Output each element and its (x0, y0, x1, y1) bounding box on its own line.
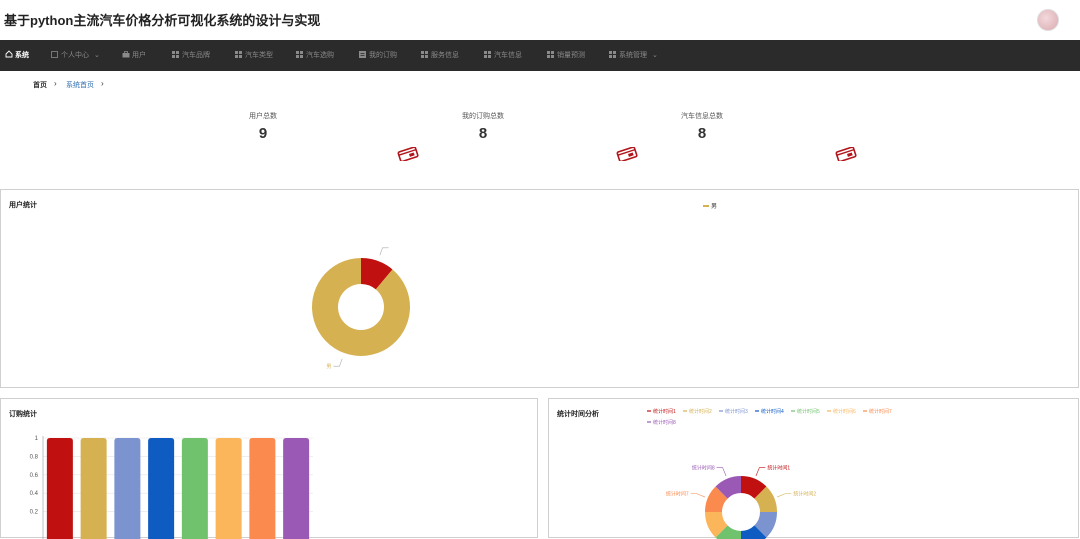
chevron-down-icon: ⌄ (93, 52, 100, 59)
nav-item-label: 汽车信息 (494, 52, 522, 59)
nav-item-system-management[interactable]: 系统管理 ⌄ (609, 40, 658, 71)
pie-slice[interactable] (311, 258, 410, 356)
legend-item[interactable]: 统计时间8 (653, 419, 676, 426)
nav-item-service-info[interactable]: 服务信息 (421, 40, 459, 71)
nav-item-label: 销量预测 (557, 52, 585, 59)
bar[interactable] (249, 438, 276, 539)
breadcrumb-current[interactable]: 系统首页 (66, 80, 94, 90)
nav-item-label: 汽车选购 (306, 52, 334, 59)
nav-item-sales-forecast[interactable]: 销量预测 (547, 40, 585, 71)
stat-label: 用户总数 (249, 113, 277, 120)
legend-item[interactable]: 统计时间5 (797, 408, 820, 415)
card-icon (397, 147, 419, 161)
chevron-down-icon: ⌄ (651, 52, 658, 59)
slice-label: 统计时间2 (793, 491, 816, 498)
nav-item-my-orders[interactable]: 我的订购 (359, 40, 397, 71)
stat-value: 9 (258, 125, 268, 142)
slice-label: 统计时间1 (767, 465, 790, 472)
slice-label: 男 (326, 364, 331, 370)
card-icon (616, 147, 638, 161)
stat-card-orders: 我的订购总数 8 (423, 111, 543, 142)
app-title: 基于python主流汽车价格分析可视化系统的设计与实现 (4, 13, 321, 28)
chevron-right-icon: › (54, 79, 57, 88)
y-tick-label: 0.2 (30, 510, 39, 516)
grid-icon (421, 51, 428, 58)
slice-label-line (716, 467, 727, 477)
home-icon (5, 50, 13, 58)
card-icon (835, 147, 857, 161)
stat-value: 8 (478, 125, 488, 142)
bar[interactable] (283, 438, 310, 539)
nav-item-system[interactable]: 系统 (5, 40, 29, 71)
stat-label: 汽车信息总数 (681, 113, 723, 120)
nav-item-label: 我的订购 (369, 52, 397, 59)
nav-item-car-purchase[interactable]: 汽车选购 (296, 40, 334, 71)
user-donut-chart: 男 (311, 247, 410, 370)
nav-item-profile[interactable]: 个人中心 ⌄ (51, 40, 100, 71)
top-navbar: 系统 个人中心 ⌄ 用户 汽车品牌 汽车类型 汽车选购 我的订购 服务信息 汽车… (0, 40, 1080, 71)
user-icon (122, 51, 130, 58)
slice-label: 统计时间8 (692, 465, 715, 472)
nav-item-label: 用户 (132, 52, 146, 59)
nav-item-user[interactable]: 用户 (122, 40, 146, 71)
nav-item-label: 系统管理 (619, 52, 647, 59)
grid-icon (609, 51, 616, 58)
app-header: 基于python主流汽车价格分析可视化系统的设计与实现 (0, 0, 1080, 40)
grid-icon (547, 51, 554, 58)
nav-item-car-type[interactable]: 汽车类型 (235, 40, 273, 71)
chevron-right-icon: › (101, 79, 104, 88)
legend-item[interactable]: 统计时间7 (869, 408, 892, 415)
nav-item-label: 汽车品牌 (182, 52, 210, 59)
nav-item-car-brand[interactable]: 汽车品牌 (172, 40, 210, 71)
nav-item-label: 服务信息 (431, 52, 459, 59)
user-stats-panel: 用户统计 男 男 (0, 189, 1079, 388)
slice-label-line (333, 358, 343, 367)
bar[interactable] (181, 438, 208, 539)
grid-icon (51, 51, 58, 58)
legend-item[interactable]: 统计时间1 (653, 408, 676, 415)
time-donut-chart: 统计时间1 统计时间2 统计时间3 统计时间4 统计时间5 统计时间6 统计时间7 统计时间8… (647, 408, 892, 539)
grid-icon (484, 51, 491, 58)
stat-label: 我的订购总数 (462, 113, 504, 120)
grid-icon (235, 51, 242, 58)
nav-item-label: 汽车类型 (245, 52, 273, 59)
slice-label-line (755, 467, 766, 477)
legend-item[interactable]: 统计时间2 (689, 408, 712, 415)
stat-value: 8 (697, 125, 707, 142)
bar[interactable] (215, 438, 242, 539)
legend-item[interactable]: 统计时间3 (725, 408, 748, 415)
slice-label-line (776, 493, 792, 498)
order-bar-chart: 1 0.8 0.6 0.4 0.2 (30, 436, 313, 539)
stat-card-car-info: 汽车信息总数 8 (642, 111, 762, 142)
grid-icon (172, 51, 179, 58)
bar[interactable] (148, 438, 175, 539)
y-tick-label: 0.4 (30, 491, 39, 497)
order-stats-panel: 订购统计 1 0.8 0.6 0.4 0.2 (0, 398, 538, 539)
slice-label: 统计时间7 (666, 491, 689, 498)
time-analysis-panel: 统计时间分析 统计时间1 统计时间2 统计时间3 统计时间4 统计时间5 统计时间6 统计时… (548, 398, 1079, 539)
bar[interactable] (80, 438, 107, 539)
bar[interactable] (114, 438, 141, 539)
nav-item-label: 系统 (15, 52, 29, 59)
nav-item-label: 个人中心 (61, 52, 89, 59)
y-tick-label: 0.8 (30, 454, 39, 460)
y-tick-label: 0.6 (30, 473, 39, 479)
stat-card-users: 用户总数 9 (203, 111, 323, 142)
nav-item-car-info[interactable]: 汽车信息 (484, 40, 522, 71)
breadcrumb-home[interactable]: 首页 (33, 80, 47, 90)
legend-item[interactable]: 统计时间6 (833, 408, 856, 415)
grid-icon (296, 51, 303, 58)
bar[interactable] (46, 438, 73, 539)
avatar[interactable] (1037, 9, 1059, 31)
list-icon (359, 51, 366, 58)
y-tick-label: 1 (35, 436, 39, 442)
slice-label-line (690, 493, 706, 498)
legend-item[interactable]: 统计时间4 (761, 408, 784, 415)
slice-label-line (379, 247, 389, 256)
